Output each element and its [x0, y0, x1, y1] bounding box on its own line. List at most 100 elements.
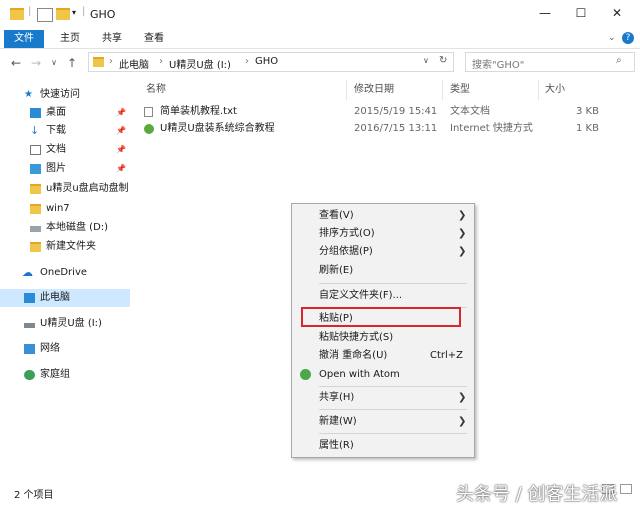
menu-item-refresh[interactable]: 刷新(E) [292, 261, 474, 280]
column-header-size[interactable]: 大小 [545, 82, 565, 98]
help-icon[interactable]: ? [622, 32, 634, 44]
file-modified: 2016/7/15 13:11 [354, 123, 438, 134]
customize-quick-access-icon[interactable]: ▾ [72, 8, 76, 17]
chevron-right-icon: ❯ [458, 416, 467, 427]
download-icon: ↓ [30, 124, 40, 137]
column-header-type[interactable]: 类型 [450, 82, 470, 98]
sidebar-item-label: 本地磁盘 (D:) [46, 222, 109, 233]
sidebar-item-label: 网络 [40, 343, 60, 354]
forward-arrow-icon[interactable]: → [28, 55, 44, 71]
expand-ribbon-icon[interactable]: ⌄ [608, 33, 616, 43]
sidebar-item-label: 此电脑 [40, 292, 70, 303]
sidebar-item-label: 快速访问 [40, 89, 80, 100]
menu-item-sort-by[interactable]: 排序方式(O) ❯ [292, 224, 474, 243]
menu-separator [319, 409, 467, 410]
tab-home[interactable]: 主页 [52, 30, 88, 48]
sidebar-item-pictures[interactable]: 图片 📌 [0, 160, 130, 178]
pin-icon[interactable]: 📌 [116, 160, 126, 178]
folder-icon [30, 204, 41, 214]
menu-item-label: 粘贴快捷方式(S) [319, 332, 394, 343]
folder-icon [30, 242, 41, 252]
sidebar-item-desktop[interactable]: 桌面 📌 [0, 104, 130, 122]
up-arrow-icon[interactable]: ↑ [64, 55, 80, 71]
sidebar-item-label: win7 [46, 203, 70, 214]
pin-icon[interactable]: 📌 [116, 141, 126, 159]
menu-item-undo-rename[interactable]: 撤消 重命名(U) Ctrl+Z [292, 346, 474, 365]
address-bar[interactable]: › 此电脑 › U精灵U盘 (I:) › GHO ∨ ↻ [88, 52, 454, 72]
file-name: U精灵U盘装系统综合教程 [160, 123, 275, 134]
sidebar-item-onedrive[interactable]: ☁ OneDrive [0, 264, 130, 282]
menu-item-view[interactable]: 查看(V) ❯ [292, 206, 474, 225]
maximize-button[interactable]: ☐ [572, 6, 590, 24]
back-arrow-icon[interactable]: ← [8, 55, 24, 71]
column-divider[interactable] [346, 80, 347, 100]
file-modified: 2015/5/19 15:41 [354, 106, 438, 117]
sidebar-item-win7[interactable]: win7 [0, 200, 130, 218]
menu-item-paste-shortcut[interactable]: 粘贴快捷方式(S) [292, 328, 474, 347]
new-folder-icon[interactable] [56, 8, 70, 20]
sidebar-item-this-pc[interactable]: 此电脑 [0, 289, 130, 307]
computer-icon [24, 293, 35, 303]
sidebar-item-label: U精灵U盘 (I:) [40, 318, 102, 329]
minimize-button[interactable]: — [536, 6, 554, 24]
menu-item-group-by[interactable]: 分组依据(P) ❯ [292, 242, 474, 261]
menu-item-share[interactable]: 共享(H) ❯ [292, 388, 474, 407]
star-icon: ★ [24, 89, 33, 100]
refresh-icon[interactable]: ↻ [439, 55, 447, 66]
column-divider[interactable] [538, 80, 539, 100]
file-size: 1 KB [576, 123, 599, 134]
menu-item-label: 查看(V) [319, 210, 354, 221]
menu-item-customize-folder[interactable]: 自定义文件夹(F)... [292, 286, 474, 305]
sidebar-item-label: 新建文件夹 [46, 241, 96, 252]
menu-item-label: 撤消 重命名(U) [319, 350, 388, 361]
menu-separator [319, 283, 467, 284]
sidebar-item-homegroup[interactable]: 家庭组 [0, 366, 130, 384]
breadcrumb-separator: › [159, 56, 163, 67]
sidebar-item-new-folder[interactable]: 新建文件夹 [0, 238, 130, 256]
tab-share[interactable]: 共享 [94, 30, 130, 48]
sidebar-item-local-disk-d[interactable]: 本地磁盘 (D:) [0, 219, 130, 237]
file-type: 文本文档 [450, 106, 490, 117]
menu-item-properties[interactable]: 属性(R) [292, 436, 474, 455]
properties-icon[interactable] [37, 8, 53, 22]
menu-item-label: 共享(H) [319, 392, 355, 403]
file-size: 3 KB [576, 106, 599, 117]
atom-icon [300, 369, 311, 380]
search-input[interactable]: 搜索"GHO" ⌕ [465, 52, 635, 72]
network-icon [24, 344, 35, 354]
document-icon [30, 145, 41, 155]
sidebar-item-documents[interactable]: 文档 📌 [0, 141, 130, 159]
pictures-icon [30, 164, 41, 174]
pin-icon[interactable]: 📌 [116, 104, 126, 122]
folder-icon [10, 8, 24, 20]
address-history-icon[interactable]: ∨ [423, 56, 429, 65]
pin-icon[interactable]: 📌 [116, 122, 126, 140]
menu-item-new[interactable]: 新建(W) ❯ [292, 412, 474, 431]
sidebar-item-folder-u-jingling[interactable]: u精灵u盘启动盘制 [0, 180, 130, 198]
close-button[interactable]: ✕ [608, 6, 626, 24]
sidebar-item-downloads[interactable]: ↓ 下载 📌 [0, 122, 130, 140]
large-icons-view-icon[interactable] [620, 484, 632, 494]
tab-view[interactable]: 查看 [136, 30, 172, 48]
sidebar-item-network[interactable]: 网络 [0, 340, 130, 358]
tab-file[interactable]: 文件 [4, 30, 44, 48]
chevron-right-icon: ❯ [458, 246, 467, 257]
desktop-icon [30, 108, 41, 118]
column-divider[interactable] [442, 80, 443, 100]
folder-icon [93, 57, 104, 67]
sidebar-item-usb-drive[interactable]: U精灵U盘 (I:) [0, 315, 130, 333]
column-header-modified[interactable]: 修改日期 [354, 82, 394, 98]
chevron-right-icon: ❯ [458, 210, 467, 221]
column-header-name[interactable]: 名称 [146, 82, 166, 98]
breadcrumb-this-pc[interactable]: 此电脑 [119, 56, 149, 71]
file-row[interactable]: 简单装机教程.txt 2015/5/19 15:41 文本文档 3 KB [142, 104, 612, 120]
breadcrumb-usb-drive[interactable]: U精灵U盘 (I:) [169, 56, 231, 71]
recent-locations-icon[interactable]: ∨ [46, 55, 62, 71]
breadcrumb-gho[interactable]: GHO [255, 56, 278, 67]
breadcrumb-separator: › [245, 56, 249, 67]
breadcrumb-separator: › [109, 56, 113, 67]
menu-item-label: 排序方式(O) [319, 228, 375, 239]
file-row[interactable]: U精灵U盘装系统综合教程 2016/7/15 13:11 Internet 快捷… [142, 121, 612, 137]
sidebar-item-quick-access[interactable]: ★ 快速访问 [0, 86, 130, 104]
menu-item-open-with-atom[interactable]: Open with Atom [292, 365, 474, 384]
